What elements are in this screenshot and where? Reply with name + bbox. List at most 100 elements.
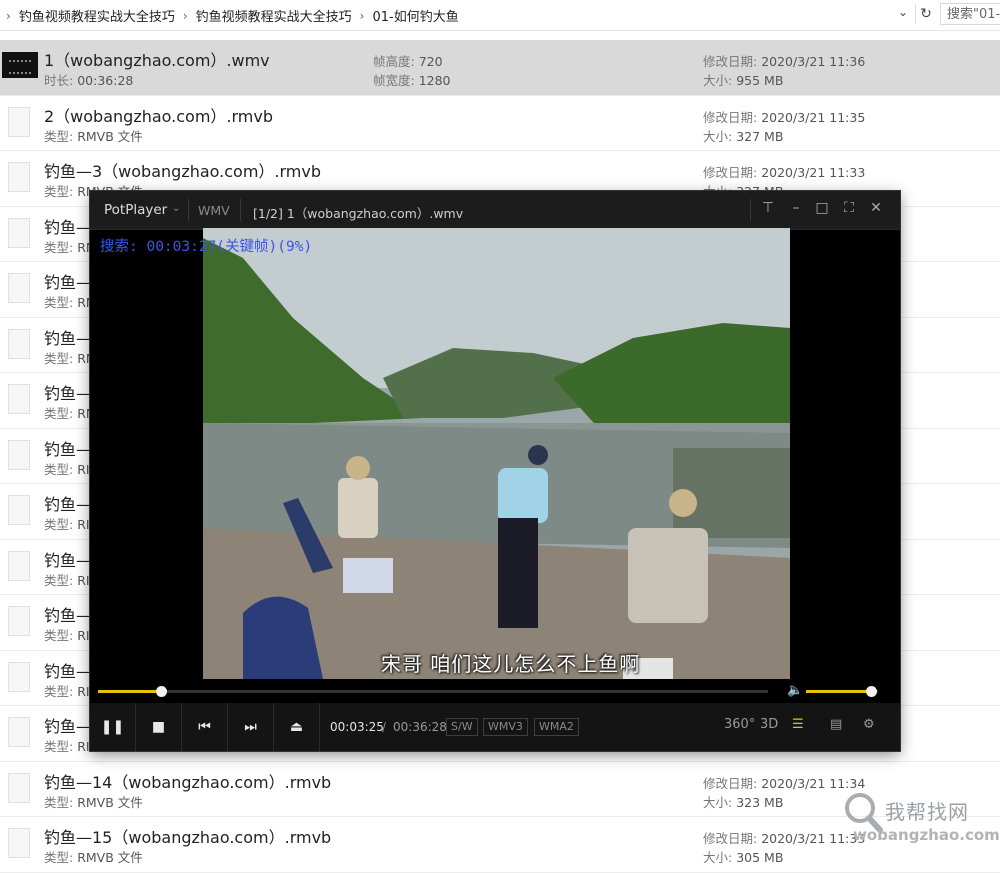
- current-time: 00:03:25: [330, 720, 384, 734]
- file-icon: [8, 217, 30, 248]
- file-type: 类型: RI: [44, 461, 90, 477]
- file-icon: [8, 828, 30, 858]
- time-separator: /: [382, 720, 387, 734]
- volume-handle[interactable]: [865, 686, 877, 697]
- file-size: 大小: 955 MB: [703, 73, 784, 88]
- file-duration: 时长: 00:36:28: [44, 73, 134, 88]
- file-type: 类型: RMVB 文件: [44, 128, 143, 144]
- video-scene-image: [203, 228, 790, 679]
- video-subtitle: 宋哥 咱们这儿怎么不上鱼啊: [381, 652, 641, 676]
- file-name: 钓鱼—: [44, 217, 93, 237]
- file-icon: [8, 384, 30, 414]
- search-list-icon[interactable]: ☰: [792, 717, 804, 732]
- file-icon: [8, 495, 30, 525]
- file-name: 钓鱼—3（wobangzhao.com）.rmvb: [44, 162, 322, 181]
- minimize-icon[interactable]: –: [784, 200, 808, 216]
- seek-osd-text: 搜索: 00:03:27(关键帧)(9%): [100, 239, 313, 255]
- file-icon: [8, 661, 30, 692]
- file-type: 类型: RM: [44, 406, 97, 421]
- video-frame[interactable]: 宋哥 咱们这儿怎么不上鱼啊: [203, 228, 790, 679]
- next-button[interactable]: ⏭: [228, 703, 274, 751]
- file-type: 类型: RI: [44, 683, 90, 699]
- eject-button[interactable]: ⏏: [274, 703, 320, 751]
- previous-button[interactable]: ⏮: [182, 703, 228, 751]
- divider: [750, 199, 751, 221]
- gear-icon[interactable]: ⚙: [863, 717, 875, 732]
- file-name: 钓鱼—: [44, 550, 93, 570]
- maximize-icon[interactable]: □: [810, 200, 834, 216]
- divider: [240, 199, 241, 221]
- frame-height: 帧高度: 720: [373, 54, 443, 69]
- close-icon[interactable]: ✕: [864, 200, 888, 216]
- file-icon: [8, 273, 30, 303]
- file-row[interactable]: 2（wobangzhao.com）.rmvb 类型: RMVB 文件 修改日期:…: [0, 96, 1000, 151]
- file-icon: [8, 328, 30, 359]
- file-type: 类型: RI: [44, 739, 90, 754]
- breadcrumb-chevron-icon: ›: [182, 8, 188, 23]
- file-name: 钓鱼—: [44, 273, 93, 292]
- file-type: 类型: RM: [44, 350, 97, 366]
- file-size: 大小: 305 MB: [703, 850, 784, 865]
- 3d-icon[interactable]: 3D: [760, 717, 778, 732]
- file-name: 钓鱼—: [44, 328, 93, 348]
- address-dropdown-icon[interactable]: ⌄: [898, 5, 908, 19]
- file-icon: [8, 550, 30, 581]
- player-brand[interactable]: PotPlayer: [104, 202, 167, 218]
- player-title-bar[interactable]: PotPlayer ⌄ WMV [1/2] 1（wobangzhao.com）.…: [90, 191, 900, 230]
- file-icon: [8, 717, 30, 747]
- watermark-url: wobangzhao.com: [853, 826, 1000, 844]
- seek-handle[interactable]: [155, 686, 167, 697]
- video-thumbnail-icon: [2, 52, 38, 78]
- breadcrumb-item[interactable]: 钓鱼视频教程实战大全技巧: [196, 6, 352, 25]
- chevron-down-icon[interactable]: ⌄: [172, 203, 180, 214]
- file-size: 大小: 323 MB: [703, 794, 784, 810]
- breadcrumb-item[interactable]: 01-如何钓大鱼: [372, 6, 458, 25]
- file-icon: [8, 606, 30, 636]
- file-name: 钓鱼—: [44, 439, 93, 459]
- file-type: 类型: RM: [44, 295, 97, 310]
- format-label: WMV: [198, 203, 230, 218]
- file-type: 类型: RI: [44, 517, 90, 532]
- file-modified: 修改日期: 2020/3/21 11:33: [703, 165, 866, 180]
- file-name: 钓鱼—: [44, 606, 93, 625]
- file-name: 钓鱼—14（wobangzhao.com）.rmvb: [44, 772, 332, 792]
- divider: [188, 199, 189, 221]
- file-icon: [8, 439, 30, 470]
- vr-360-icon[interactable]: 360°: [724, 717, 755, 732]
- file-type: 类型: RI: [44, 572, 90, 588]
- video-codec-badge[interactable]: WMV3: [483, 718, 528, 736]
- breadcrumb-item[interactable]: 钓鱼视频教程实战大全技巧: [19, 6, 175, 25]
- file-row[interactable]: 1（wobangzhao.com）.wmv 时长: 00:36:28 帧高度: …: [0, 40, 1000, 96]
- file-icon: [8, 106, 30, 137]
- search-input[interactable]: 搜索"01-如: [940, 3, 1000, 25]
- volume-icon[interactable]: 🔈: [787, 683, 803, 698]
- playlist-icon[interactable]: ▤: [830, 717, 842, 732]
- watermark-title: 我帮找网: [885, 800, 969, 824]
- refresh-icon[interactable]: ↻: [915, 4, 936, 24]
- file-name: 钓鱼—: [44, 384, 93, 403]
- sw-decoder-badge[interactable]: S/W: [446, 718, 478, 736]
- file-icon: [8, 772, 30, 803]
- file-name: 2（wobangzhao.com）.rmvb: [44, 106, 274, 126]
- fullscreen-icon[interactable]: ⛶: [837, 200, 861, 216]
- player-file-title: [1/2] 1（wobangzhao.com）.wmv: [253, 206, 464, 221]
- file-modified: 修改日期: 2020/3/21 11:36: [703, 54, 866, 69]
- file-type: 类型: RMVB 文件: [44, 794, 143, 810]
- stop-button[interactable]: ■: [136, 703, 182, 751]
- volume-slider[interactable]: [806, 686, 878, 697]
- pin-icon[interactable]: ⊤: [756, 200, 780, 216]
- video-player-window[interactable]: PotPlayer ⌄ WMV [1/2] 1（wobangzhao.com）.…: [90, 191, 900, 751]
- address-bar[interactable]: › 钓鱼视频教程实战大全技巧 › 钓鱼视频教程实战大全技巧 › 01-如何钓大鱼…: [0, 0, 1000, 31]
- file-name: 钓鱼—15（wobangzhao.com）.rmvb: [44, 828, 332, 847]
- audio-codec-badge[interactable]: WMA2: [534, 718, 579, 736]
- file-name: 钓鱼—: [44, 717, 93, 736]
- breadcrumb: › 钓鱼视频教程实战大全技巧 › 钓鱼视频教程实战大全技巧 › 01-如何钓大鱼: [6, 6, 459, 26]
- frame-width: 帧宽度: 1280: [373, 73, 451, 88]
- file-size: 大小: 327 MB: [703, 128, 784, 144]
- breadcrumb-chevron-icon: ›: [359, 8, 365, 23]
- file-modified: 修改日期: 2020/3/21 11:34: [703, 775, 866, 791]
- pause-button[interactable]: ❚❚: [90, 703, 136, 751]
- file-name: 1（wobangzhao.com）.wmv: [44, 51, 270, 70]
- file-type: 类型: RI: [44, 628, 90, 643]
- seek-bar[interactable]: [98, 686, 768, 697]
